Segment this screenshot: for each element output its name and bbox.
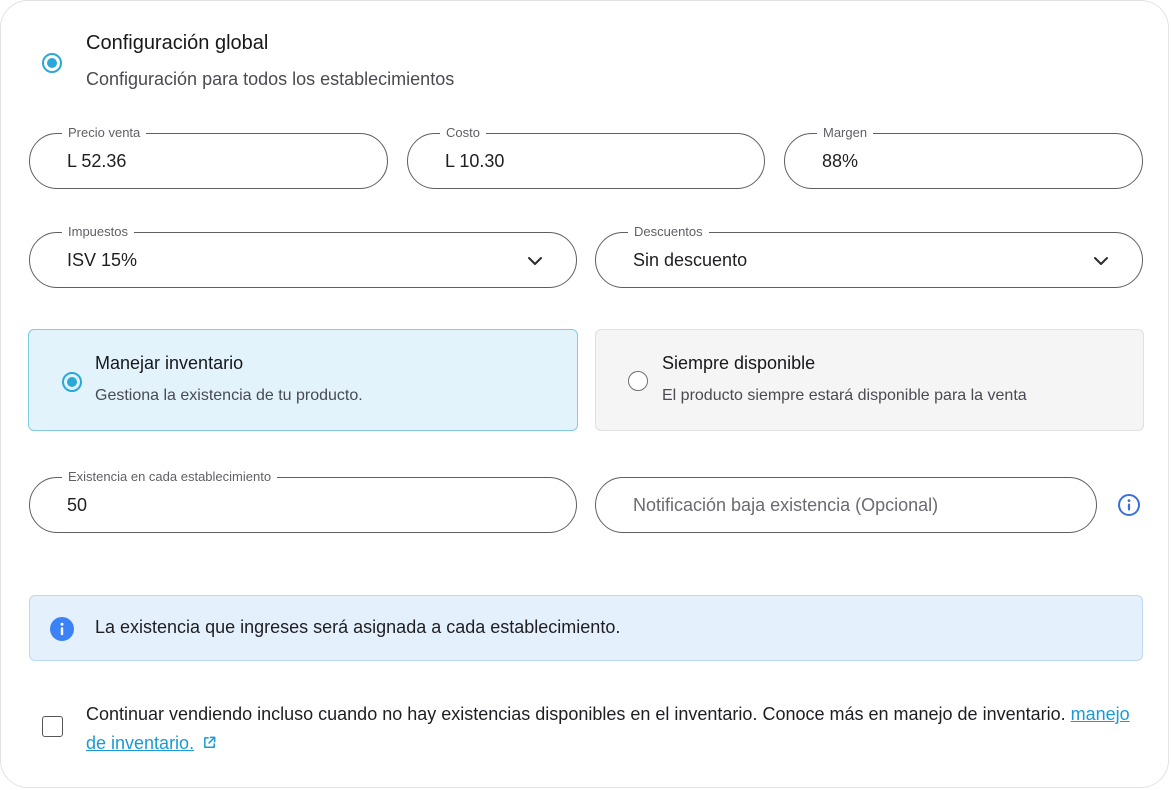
global-config-radio[interactable] [42, 53, 62, 73]
manage-inventory-option[interactable]: Manejar inventario Gestiona la existenci… [28, 329, 578, 431]
price-value: L 52.36 [67, 151, 127, 171]
info-banner: La existencia que ingreses será asignada… [29, 595, 1143, 661]
cost-field[interactable]: Costo L 10.30 [407, 125, 765, 189]
margin-label: Margen [817, 125, 874, 141]
manage-inventory-title: Manejar inventario [95, 353, 244, 373]
price-label: Precio venta [62, 125, 147, 141]
info-banner-text: La existencia que ingreses será asignada… [95, 617, 621, 637]
taxes-value: ISV 15% [67, 250, 138, 270]
stock-label: Existencia en cada establecimiento [62, 469, 278, 485]
low-stock-placeholder: Notificación baja existencia (Opcional) [633, 495, 939, 515]
always-available-option[interactable]: Siempre disponible El producto siempre e… [595, 329, 1144, 431]
info-icon[interactable] [1117, 493, 1141, 517]
low-stock-notification-input[interactable]: Notificación baja existencia (Opcional) [595, 477, 1097, 533]
global-config-subtitle: Configuración para todos los establecimi… [86, 69, 455, 89]
continue-selling-checkbox[interactable] [42, 716, 63, 737]
taxes-label: Impuestos [62, 224, 134, 240]
cost-label: Costo [440, 125, 486, 141]
discounts-label: Descuentos [628, 224, 709, 240]
taxes-select[interactable]: Impuestos ISV 15% [29, 224, 577, 288]
manage-inventory-description: Gestiona la existencia de tu producto. [95, 387, 363, 404]
chevron-down-icon [528, 257, 542, 265]
stock-value: 50 [67, 495, 88, 515]
global-config-title: Configuración global [86, 32, 269, 54]
always-available-title: Siempre disponible [662, 353, 816, 373]
always-available-radio[interactable] [628, 371, 648, 391]
discounts-select[interactable]: Descuentos Sin descuento [595, 224, 1143, 288]
discounts-value: Sin descuento [633, 250, 748, 270]
inventory-config-card: Configuración global Configuración para … [0, 0, 1169, 788]
always-available-description: El producto siempre estará disponible pa… [662, 387, 1027, 404]
margin-field[interactable]: Margen 88% [784, 125, 1143, 189]
margin-value: 88% [822, 151, 859, 171]
continue-selling-text: Continuar vendiendo incluso cuando no ha… [86, 704, 1066, 724]
info-icon [50, 617, 74, 641]
continue-selling-label: Continuar vendiendo incluso cuando no ha… [86, 700, 1146, 758]
price-field[interactable]: Precio venta L 52.36 [29, 125, 388, 189]
manage-inventory-radio[interactable] [62, 372, 82, 392]
cost-value: L 10.30 [445, 151, 505, 171]
external-link-icon[interactable] [202, 735, 217, 750]
chevron-down-icon [1094, 257, 1108, 265]
stock-field[interactable]: Existencia en cada establecimiento 50 [29, 469, 577, 533]
